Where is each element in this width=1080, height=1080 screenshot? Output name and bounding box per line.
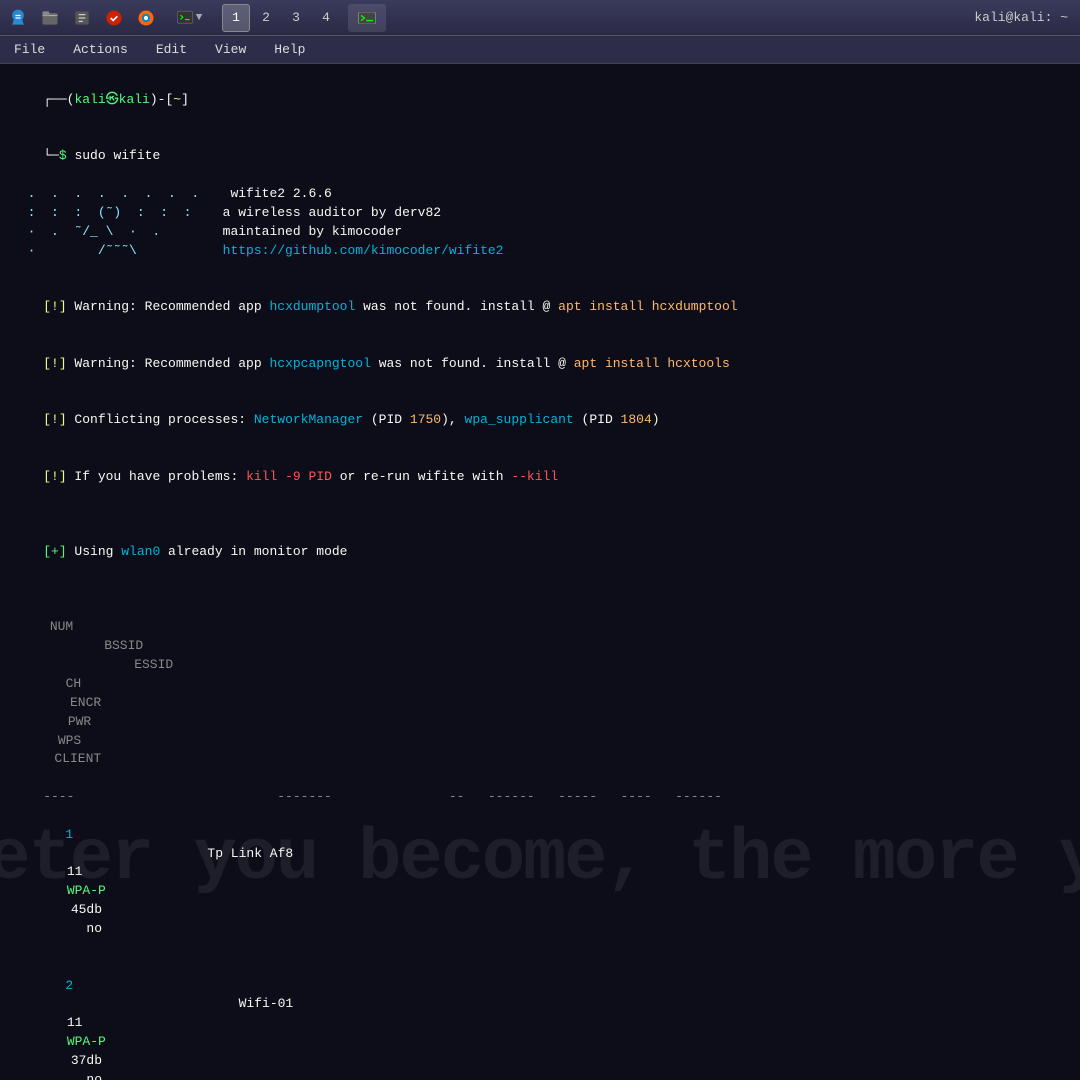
workspace-4[interactable]: 4 <box>312 4 340 32</box>
active-terminal-tab[interactable] <box>348 4 386 32</box>
file-manager-icon[interactable] <box>36 4 64 32</box>
warning-4: [!] If you have problems: kill -9 PID or… <box>12 449 1068 506</box>
monitor-line: [+] Using wlan0 already in monitor mode <box>12 524 1068 581</box>
network-row-2: 2 Wifi-01 11 WPA-P 37db no <box>12 958 1068 1080</box>
menu-view[interactable]: View <box>209 40 252 59</box>
menu-help[interactable]: Help <box>268 40 311 59</box>
security-icon[interactable] <box>100 4 128 32</box>
banner-line-3: · . ˜/_ \ · . maintained by kimocoder <box>12 223 1068 242</box>
terminal-icon[interactable]: ▼ <box>164 4 214 32</box>
command-line-1: └─$ sudo wifite <box>12 129 1068 186</box>
menu-file[interactable]: File <box>8 40 51 59</box>
kali-icon[interactable] <box>4 4 32 32</box>
warning-2: [!] Warning: Recommended app hcxpcapngto… <box>12 336 1068 393</box>
warning-1: [!] Warning: Recommended app hcxdumptool… <box>12 279 1068 336</box>
table-divider: ---- ------- -- ------ ----- ---- ------ <box>12 788 1068 807</box>
taskbar: ▼ 1 2 3 4 kali@kali: ~ <box>0 0 1080 36</box>
workspace-3[interactable]: 3 <box>282 4 310 32</box>
workspace-1[interactable]: 1 <box>222 4 250 32</box>
menu-edit[interactable]: Edit <box>150 40 193 59</box>
menu-actions[interactable]: Actions <box>67 40 134 59</box>
table-header: NUM BSSID ESSID CH ENCR PWR WPS CLIENT <box>12 600 1068 788</box>
workspace-2[interactable]: 2 <box>252 4 280 32</box>
menubar: File Actions Edit View Help <box>0 36 1080 64</box>
user-host-display: kali@kali: ~ <box>974 10 1076 25</box>
firefox-icon[interactable] <box>132 4 160 32</box>
banner-line-4: · /˜˜˜\ https://github.com/kimocoder/wif… <box>12 242 1068 261</box>
files-icon[interactable] <box>68 4 96 32</box>
blank-3 <box>12 581 1068 600</box>
network-row-1: 1 Tp Link Af8 11 WPA-P 45db no <box>12 807 1068 958</box>
workspace-numbers: 1 2 3 4 <box>222 4 340 32</box>
blank-2 <box>12 505 1068 524</box>
prompt-line-1: ┌──(kali㉿kali)-[~] <box>12 72 1068 129</box>
warning-3: [!] Conflicting processes: NetworkManage… <box>12 392 1068 449</box>
blank-1 <box>12 260 1068 279</box>
banner-line-2: : : : (˜) : : : a wireless auditor by de… <box>12 204 1068 223</box>
terminal-window[interactable]: "the quieter you become, the more y ┌──(… <box>0 64 1080 1080</box>
banner-line-1: . . . . . . . . wifite2 2.6.6 <box>12 185 1068 204</box>
